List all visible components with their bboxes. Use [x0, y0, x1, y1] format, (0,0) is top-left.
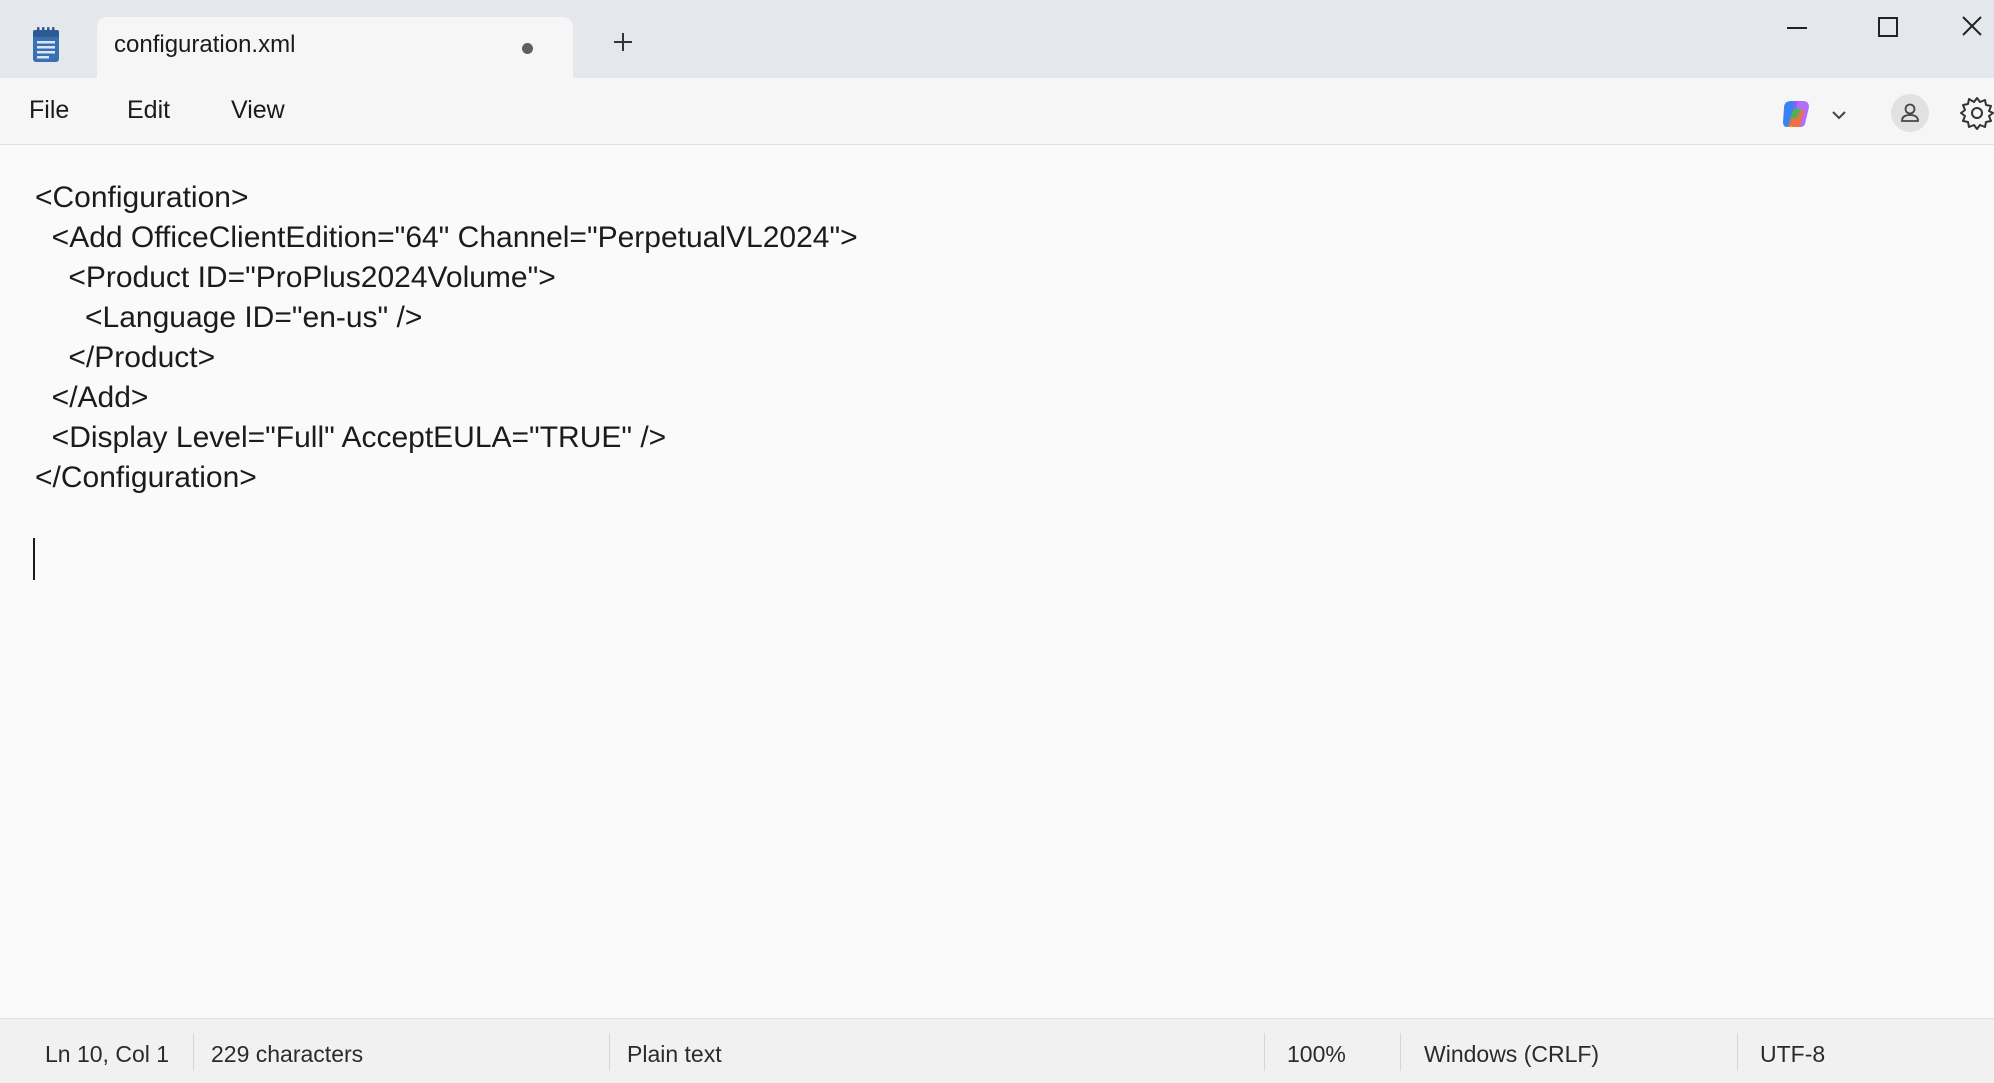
editor-line-6: </Add>: [35, 381, 149, 414]
copilot-icon[interactable]: [1778, 96, 1814, 132]
close-icon[interactable]: [1950, 10, 1994, 50]
status-divider: [1264, 1033, 1265, 1071]
editor-line-1: <Configuration>: [35, 181, 249, 214]
gear-icon[interactable]: [1958, 94, 1994, 132]
status-text-format: Plain text: [627, 1041, 722, 1067]
tab-title: configuration.xml: [114, 31, 296, 58]
status-divider: [1400, 1033, 1401, 1071]
text-editor[interactable]: <Configuration> <Add OfficeClientEdition…: [0, 145, 1994, 1018]
unsaved-indicator-icon[interactable]: [522, 43, 533, 54]
chevron-down-icon[interactable]: [1826, 102, 1852, 128]
plus-icon[interactable]: [607, 26, 639, 58]
status-line-ending[interactable]: Windows (CRLF): [1424, 1041, 1599, 1068]
editor-line-4: <Language ID="en-us" />: [35, 301, 423, 334]
status-zoom[interactable]: 100%: [1287, 1041, 1346, 1068]
status-bar: Ln 10, Col 1 229 characters Plain text 1…: [0, 1018, 1994, 1083]
menu-file[interactable]: File: [29, 96, 69, 125]
editor-line-7: <Display Level="Full" AcceptEULA="TRUE" …: [35, 421, 667, 454]
menu-bar: File Edit View: [0, 78, 1994, 145]
status-divider: [1737, 1033, 1738, 1071]
editor-line-5: </Product>: [35, 341, 216, 374]
editor-line-2: <Add OfficeClientEdition="64" Channel="P…: [35, 221, 858, 254]
menu-view[interactable]: View: [231, 96, 285, 125]
text-caret: [33, 538, 35, 580]
status-divider: [609, 1033, 610, 1071]
maximize-icon[interactable]: [1862, 10, 1912, 50]
editor-line-3: <Product ID="ProPlus2024Volume">: [35, 261, 556, 294]
status-cursor-position: Ln 10, Col 1: [45, 1041, 170, 1067]
status-encoding[interactable]: UTF-8: [1760, 1041, 1825, 1068]
tab-configuration-xml[interactable]: configuration.xml: [97, 17, 573, 78]
editor-line-8: </Configuration>: [35, 461, 257, 494]
notepad-icon: [33, 27, 59, 62]
minimize-icon[interactable]: [1772, 10, 1822, 50]
status-character-count: 229 characters: [211, 1041, 364, 1067]
account-icon[interactable]: [1890, 93, 1930, 133]
menu-edit[interactable]: Edit: [127, 96, 170, 125]
title-bar: configuration.xml: [0, 0, 1994, 78]
status-divider: [193, 1033, 194, 1071]
